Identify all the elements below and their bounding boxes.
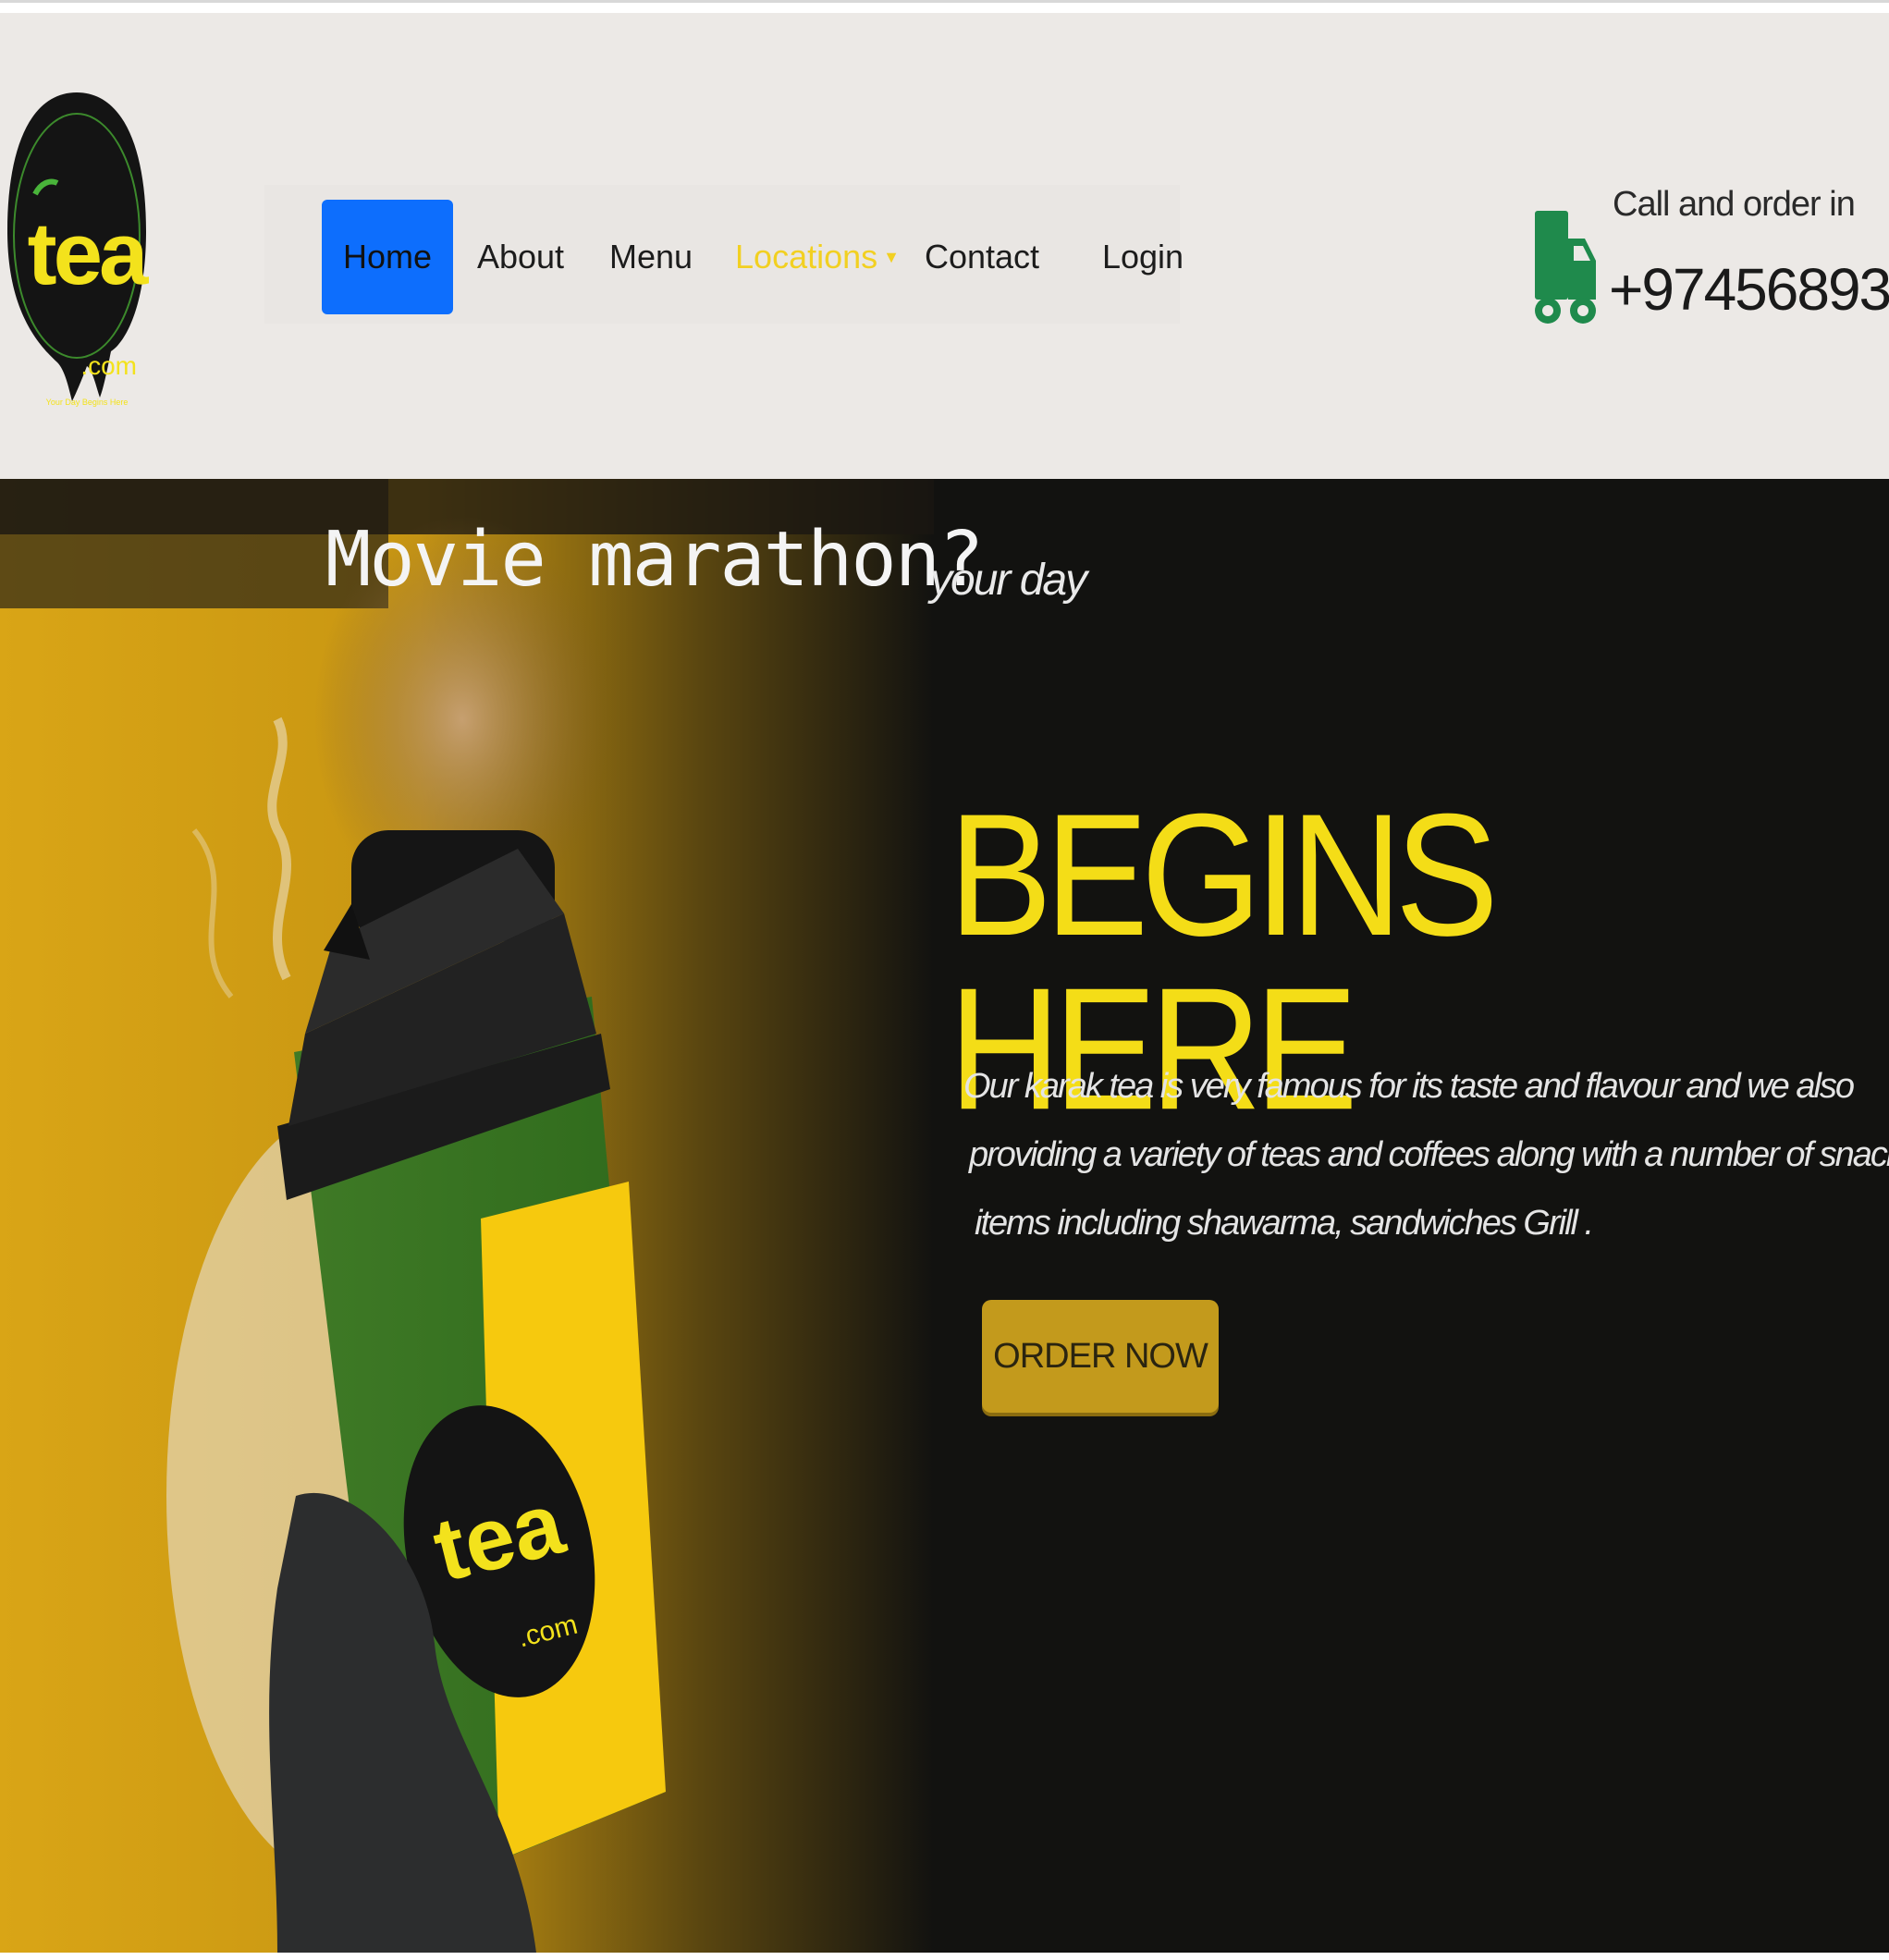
logo-word: tea: [27, 204, 149, 303]
nav-menu[interactable]: Menu: [609, 200, 693, 314]
hero-description-line: providing a variety of teas and coffees …: [969, 1135, 1889, 1174]
phone-number[interactable]: +97456893: [1609, 255, 1889, 324]
call-label: Call and order in: [1613, 185, 1856, 224]
top-border: [0, 0, 1889, 13]
nav-locations[interactable]: Locations ▼: [735, 200, 900, 314]
hero-kicker: Movie marathon?: [325, 516, 985, 604]
nav-locations-label: Locations: [735, 238, 878, 276]
nav-about-label: About: [476, 238, 565, 276]
nav-contact-label: Contact: [924, 238, 1040, 276]
hero-subtitle: your day: [930, 556, 1087, 605]
logo-tagline: Your Day Begins Here: [45, 398, 129, 407]
hero-description: Our karak tea is very famous for its tas…: [963, 1052, 1889, 1257]
main-nav: Home About Menu Locations ▼ Contact Logi…: [264, 185, 1184, 324]
hero-photo: [0, 479, 934, 1953]
nav-login-label: Login: [1101, 238, 1184, 276]
delivery-truck-icon: [1531, 205, 1598, 335]
site-header: tea .com Your Day Begins Here Home About…: [0, 13, 1889, 479]
nav-home-label: Home: [342, 238, 433, 276]
bottom-border: [0, 1953, 1889, 1960]
hero-description-line: items including shawarma, sandwiches Gri…: [975, 1204, 1594, 1243]
logo-suffix: .com: [80, 351, 137, 380]
page: tea .com Your Day Begins Here Home About…: [0, 0, 1889, 1960]
hero-description-line: Our karak tea is very famous for its tas…: [963, 1067, 1855, 1106]
brand-logo[interactable]: tea .com Your Day Begins Here: [7, 92, 149, 407]
nav-about[interactable]: About: [477, 200, 564, 314]
hero-section: tea .com Movie marathon? your day BEGINS…: [0, 479, 1889, 1953]
order-now-button[interactable]: ORDER NOW: [982, 1300, 1219, 1413]
nav-login[interactable]: Login: [1102, 200, 1184, 314]
nav-home[interactable]: Home: [322, 200, 453, 314]
nav-contact[interactable]: Contact: [925, 200, 1039, 314]
caret-down-icon: ▼: [883, 247, 900, 266]
nav-menu-label: Menu: [608, 238, 693, 276]
tea-cup-photo: [0, 479, 934, 1953]
